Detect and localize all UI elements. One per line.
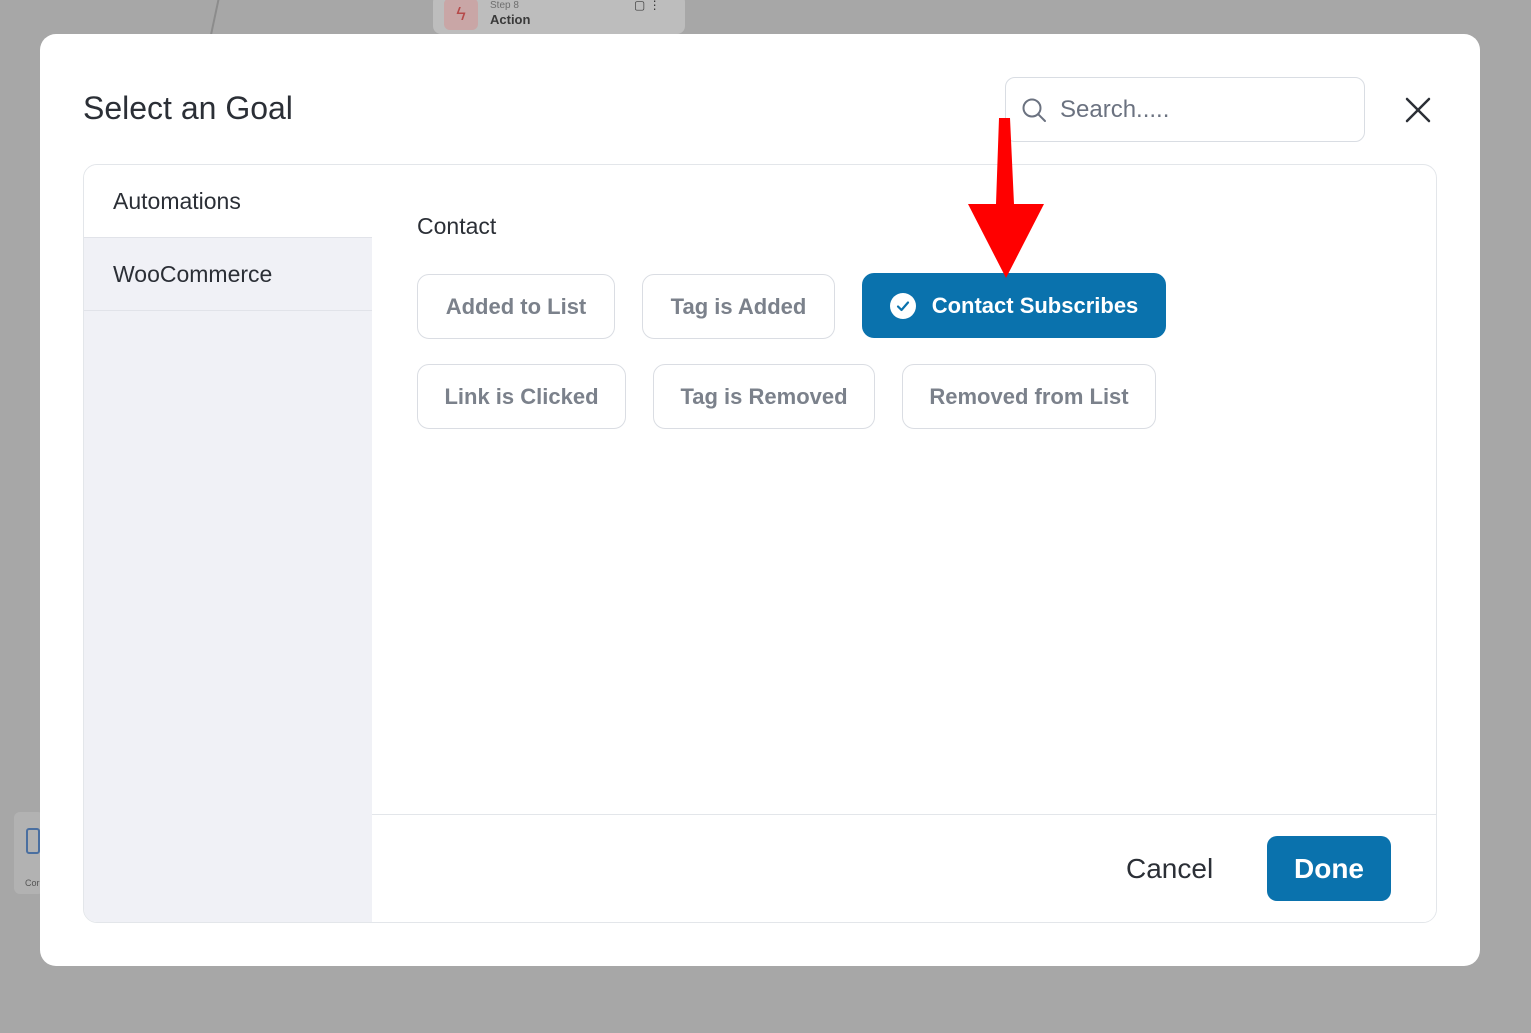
select-goal-modal: Select an Goal Automations WooCommerce C… xyxy=(40,34,1480,966)
section-heading: Contact xyxy=(417,213,497,239)
modal-footer: Cancel Done xyxy=(372,814,1436,922)
goal-panel: Automations WooCommerce Contact Added to… xyxy=(83,164,1437,923)
goal-option-label: Tag is Added xyxy=(670,293,807,319)
canvas-step-number: Step 8 xyxy=(490,0,519,11)
sidebar-item-label: Automations xyxy=(113,187,241,214)
search-input[interactable] xyxy=(1060,94,1350,126)
goal-options-area: Contact Added to List Tag is Added Conta… xyxy=(372,165,1436,814)
node-menu-icon: ▢ ⋮ xyxy=(634,0,661,12)
goal-option-link-is-clicked[interactable]: Link is Clicked xyxy=(417,364,626,429)
lightning-icon: ϟ xyxy=(444,0,478,30)
device-icon xyxy=(26,828,40,854)
canvas-step-title: Action xyxy=(490,12,531,27)
canvas-connector-line xyxy=(209,0,221,36)
goal-option-tag-is-added[interactable]: Tag is Added xyxy=(642,274,835,339)
sidebar-item-woocommerce[interactable]: WooCommerce xyxy=(84,238,372,311)
cancel-button[interactable]: Cancel xyxy=(1126,853,1213,885)
annotation-arrow-icon xyxy=(968,118,1044,278)
search-box[interactable] xyxy=(1005,77,1365,142)
done-button[interactable]: Done xyxy=(1267,836,1391,901)
category-sidebar: Automations WooCommerce xyxy=(84,165,372,922)
goal-option-label: Removed from List xyxy=(929,383,1129,409)
goal-option-removed-from-list[interactable]: Removed from List xyxy=(902,364,1156,429)
goal-option-added-to-list[interactable]: Added to List xyxy=(417,274,615,339)
sidebar-item-automations[interactable]: Automations xyxy=(84,165,372,238)
goal-option-label: Link is Clicked xyxy=(444,383,599,409)
check-circle-icon xyxy=(889,292,916,319)
goal-option-label: Contact Subscribes xyxy=(931,292,1139,318)
goal-option-contact-subscribes[interactable]: Contact Subscribes xyxy=(862,273,1166,338)
goal-option-label: Tag is Removed xyxy=(680,383,848,409)
close-icon[interactable] xyxy=(1402,94,1434,126)
modal-title: Select an Goal xyxy=(83,90,293,126)
goal-option-tag-is-removed[interactable]: Tag is Removed xyxy=(653,364,875,429)
goal-option-label: Added to List xyxy=(445,293,587,319)
sidebar-item-label: WooCommerce xyxy=(113,260,273,287)
canvas-side-card-label: Cor xyxy=(25,878,40,888)
